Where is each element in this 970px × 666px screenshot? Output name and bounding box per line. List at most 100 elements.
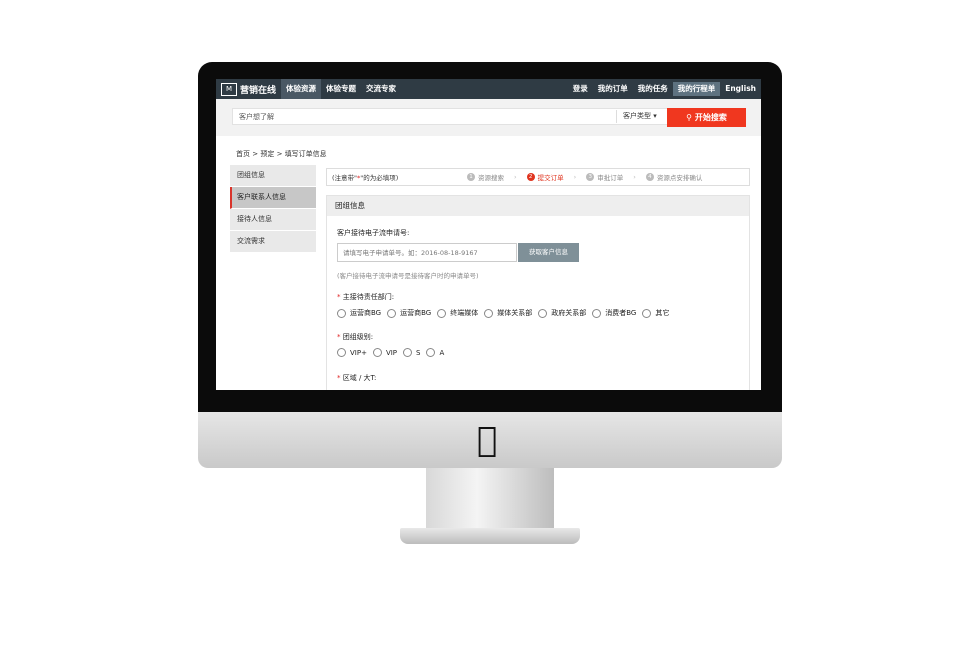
search-icon: ⚲ [686, 113, 693, 122]
radio-label: 媒体关系部 [497, 309, 533, 317]
search-button[interactable]: ⚲ 开始搜索 [667, 108, 746, 127]
step-number: 2 [526, 173, 535, 181]
sidebar-item-host-info[interactable]: 接待人信息 [230, 209, 316, 231]
radio-circle-icon [426, 348, 436, 357]
nav-right: 登录 我的订单 我的任务 我的行程单 English [568, 79, 761, 99]
level-radio[interactable]: S [403, 348, 420, 357]
get-customer-info-button[interactable]: 获取客户信息 [518, 243, 579, 262]
level-radio[interactable]: A [426, 348, 444, 357]
brand-name: 营销在线 [240, 85, 277, 96]
required-note: (注意带"*"的为必填项) [327, 172, 457, 182]
nav-item-resources[interactable]: 体验资源 [281, 79, 321, 99]
nav-item-topics[interactable]: 体验专题 [321, 79, 361, 99]
note-text: (注意带" [332, 174, 358, 182]
radio-label: 运营商BG [400, 309, 432, 317]
nav-login[interactable]: 登录 [568, 79, 593, 99]
search-bar: 客户想了解 客户类型 ▾ ⚲ 开始搜索 [216, 99, 761, 136]
ref-number-input[interactable]: 请填写电子申请单号。如：2016-08-18-9167 [337, 243, 517, 262]
radio-label: 消费者BG [605, 309, 637, 317]
step-resource-search: 1 资源搜索 [467, 172, 504, 182]
radio-label: 政府关系部 [551, 309, 587, 317]
breadcrumb-sep: > [252, 150, 259, 158]
sidebar-item-customer-contact[interactable]: 客户联系人信息 [230, 187, 316, 209]
caret-down-icon: ▾ [653, 112, 657, 120]
breadcrumb: 首页 > 预定 > 填写订单信息 [236, 149, 327, 159]
step-submit-order: 2 提交订单 [526, 172, 564, 182]
nav-item-experts[interactable]: 交流专家 [361, 79, 401, 99]
customer-type-dropdown[interactable]: 客户类型 ▾ [616, 110, 657, 123]
nav-my-tasks[interactable]: 我的任务 [633, 79, 673, 99]
nav-english[interactable]: English [720, 79, 761, 99]
apple-logo-icon:  [477, 423, 497, 457]
step-label: 资源点安排确认 [656, 174, 703, 182]
level-label-text: 团组级别: [342, 333, 374, 341]
ref-label: 客户接待电子流申请号: [337, 229, 410, 237]
radio-circle-icon [337, 348, 346, 357]
step-approve-order: 3 审批订单 [586, 172, 623, 182]
radio-circle-icon [642, 308, 652, 318]
monitor-stand [426, 468, 554, 530]
dept-radio[interactable]: 媒体关系部 [484, 308, 532, 318]
radio-circle-icon [337, 308, 346, 318]
nav-my-itinerary[interactable]: 我的行程单 [672, 82, 721, 96]
dept-radio[interactable]: 政府关系部 [538, 308, 586, 318]
radio-label: VIP [385, 348, 398, 357]
level-radio-group: VIP+ VIP S A [337, 348, 450, 357]
level-radio[interactable]: VIP [372, 348, 398, 357]
brand-logo[interactable]: M 营销在线 [221, 82, 281, 96]
radio-circle-icon [484, 308, 494, 318]
region-label-text: 区域 / 大T: [342, 374, 377, 382]
nav-my-orders[interactable]: 我的订单 [593, 79, 633, 99]
dept-radio-group: 运营商BG 运营商BG 终端媒体 媒体关系部 政府关系部 消费者BG 其它 [337, 308, 675, 318]
sidebar-item-group-info[interactable]: 团组信息 [230, 165, 316, 187]
top-nav: M 营销在线 体验资源 体验专题 交流专家 登录 我的订单 我的任务 我的行程单… [216, 79, 761, 99]
logo-mark-icon: M [221, 82, 237, 96]
level-label: * 团组级别: [337, 332, 373, 342]
region-label: * 区域 / 大T: [337, 373, 376, 383]
dept-radio[interactable]: 终端媒体 [437, 308, 478, 318]
ref-hint: (客户接待电子流申请号是接待客户时的申请单号) [337, 272, 479, 280]
radio-circle-icon [403, 348, 413, 357]
chevron-right-icon: › [633, 173, 636, 181]
step-label: 审批订单 [597, 174, 624, 182]
radio-circle-icon [592, 308, 602, 318]
search-input[interactable]: 客户想了解 [232, 108, 668, 125]
search-button-label: 开始搜索 [694, 113, 727, 122]
group-info-panel: 团组信息 客户接待电子流申请号: 请填写电子申请单号。如：2016-08-18-… [326, 195, 750, 390]
chevron-right-icon: › [573, 173, 577, 181]
dept-radio[interactable]: 运营商BG [387, 308, 431, 318]
radio-circle-icon [387, 308, 397, 318]
dept-label-text: 主接待责任部门: [342, 293, 395, 301]
step-number: 4 [645, 173, 654, 181]
step-label: 资源搜索 [478, 174, 504, 182]
dept-radio[interactable]: 消费者BG [592, 308, 636, 318]
note-text: "的为必填项) [360, 174, 399, 182]
customer-type-label: 客户类型 [623, 112, 651, 120]
dept-radio[interactable]: 运营商BG [337, 308, 381, 318]
radio-label: 运营商BG [350, 309, 382, 317]
dept-label: * 主接待责任部门: [337, 292, 394, 302]
step-number: 3 [586, 173, 595, 181]
progress-steps: (注意带"*"的为必填项) 1 资源搜索 › 2 提交订单 › 3 审批订单 ›… [326, 168, 750, 186]
panel-title: 团组信息 [327, 196, 749, 216]
radio-circle-icon [538, 308, 548, 318]
breadcrumb-current: 填写订单信息 [284, 150, 327, 158]
dept-radio[interactable]: 其它 [642, 308, 669, 318]
radio-label: A [439, 348, 445, 357]
sidebar: 团组信息 客户联系人信息 接待人信息 交流需求 [230, 165, 316, 253]
radio-circle-icon [372, 348, 382, 357]
breadcrumb-booking[interactable]: 预定 [260, 150, 274, 158]
radio-label: S [416, 348, 421, 357]
monitor-foot [400, 528, 580, 544]
step-confirm-arrangement: 4 资源点安排确认 [645, 172, 703, 182]
radio-label: 终端媒体 [450, 309, 479, 317]
step-number: 1 [467, 173, 475, 181]
level-radio[interactable]: VIP+ [337, 348, 367, 357]
breadcrumb-sep: > [276, 150, 283, 158]
radio-circle-icon [437, 308, 447, 318]
radio-label: VIP+ [350, 348, 367, 357]
screen: M 营销在线 体验资源 体验专题 交流专家 登录 我的订单 我的任务 我的行程单… [216, 79, 761, 390]
breadcrumb-home[interactable]: 首页 [236, 150, 250, 158]
sidebar-item-exchange-needs[interactable]: 交流需求 [230, 231, 316, 253]
chevron-right-icon: › [514, 173, 517, 181]
